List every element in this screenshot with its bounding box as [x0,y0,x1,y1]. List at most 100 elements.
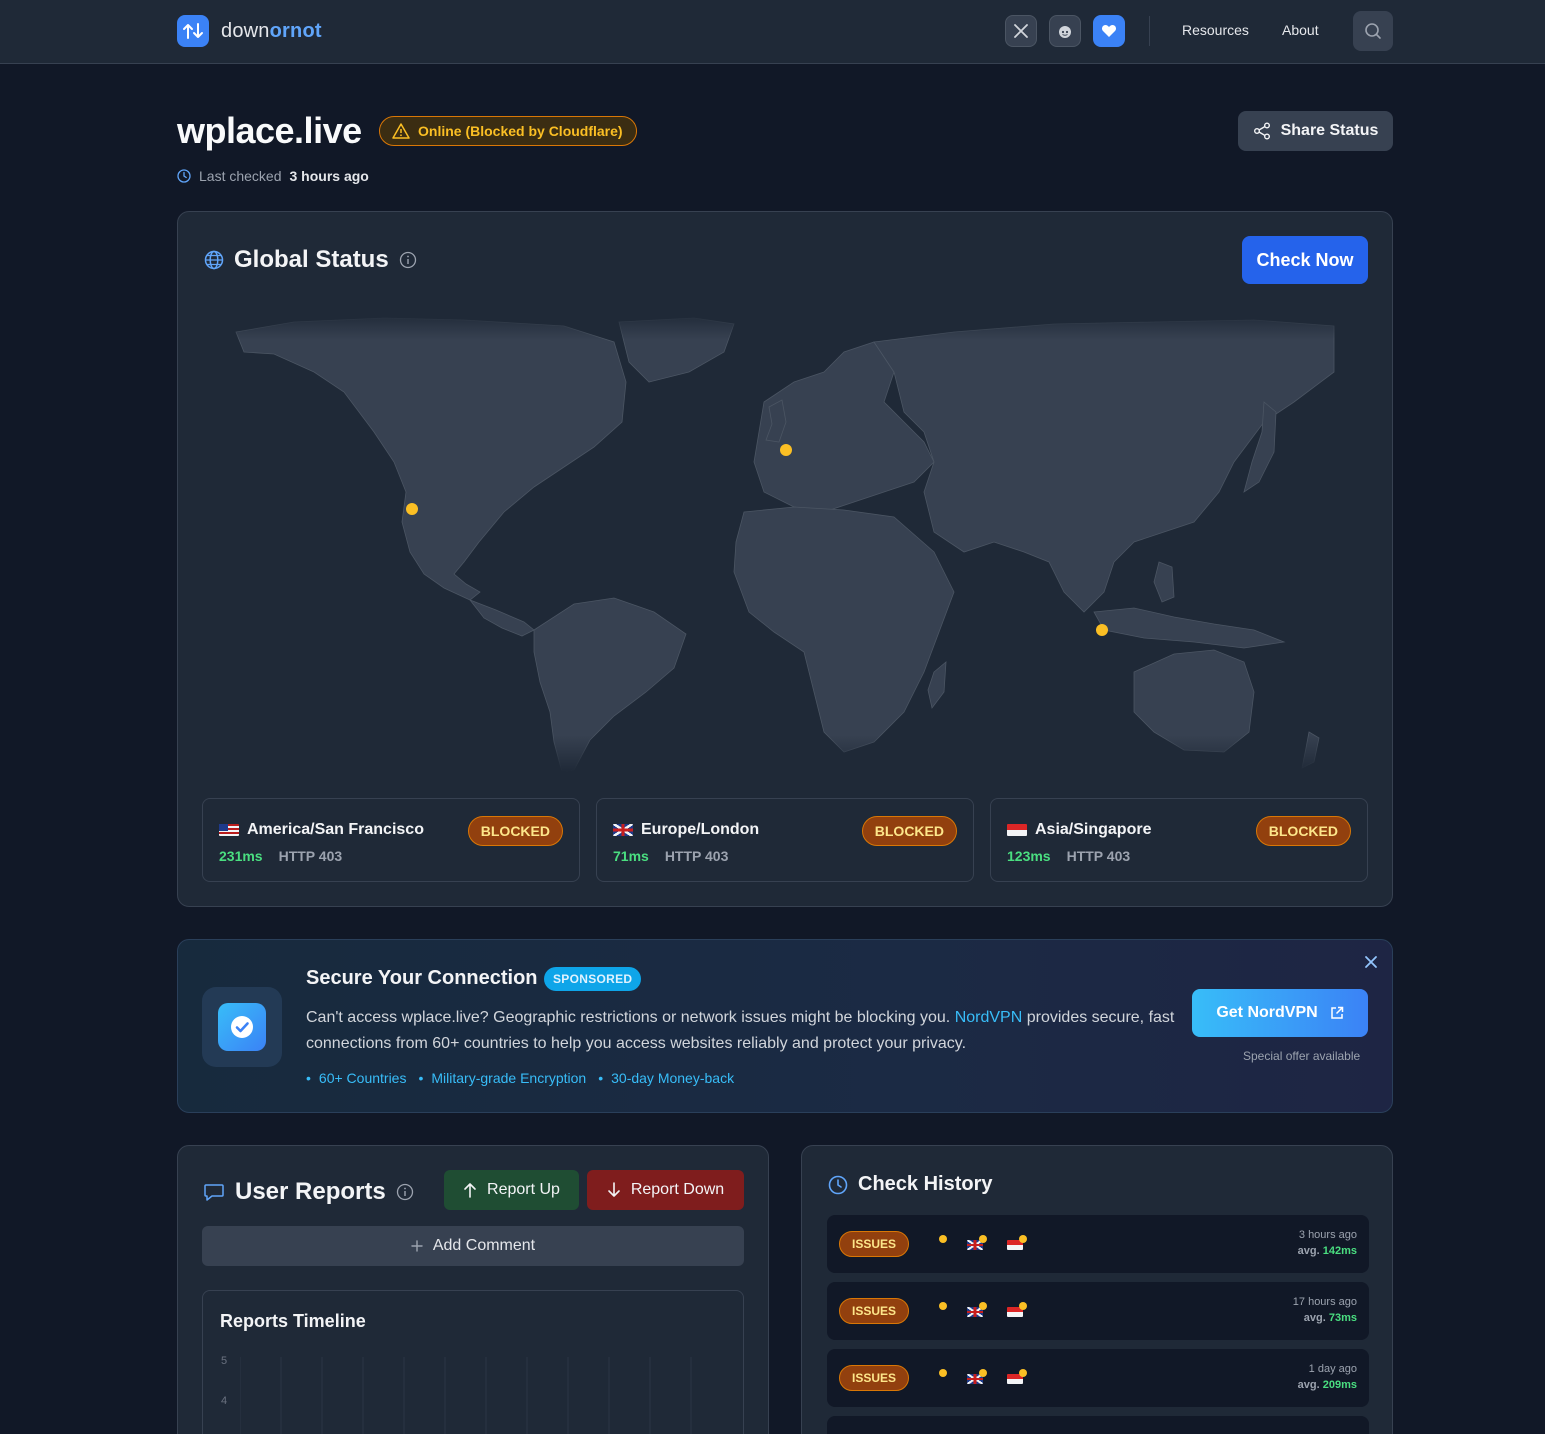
add-comment-button[interactable]: Add Comment [202,1226,744,1266]
world-map [234,312,1338,772]
global-status-title: Global Status [234,246,389,273]
sponsored-badge: SPONSORED [544,967,642,991]
history-time: 17 hours ago [1292,1296,1357,1308]
special-offer-note: Special offer available [1243,1049,1361,1063]
y-tick-label: 4 [221,1395,228,1407]
history-row[interactable]: ISSUES 17 hours ago avg. 73ms [827,1282,1369,1340]
us-flag-icon [219,824,239,836]
reddit-icon[interactable] [1049,15,1081,47]
nav-resources-link[interactable]: Resources [1182,22,1249,38]
uk-flag-icon [613,824,633,836]
history-average: avg. 209ms [1297,1379,1357,1391]
status-badge: Online (Blocked by Cloudflare) [379,116,637,146]
history-row[interactable]: ISSUES 1 day ago avg. 209ms [827,1349,1369,1407]
plus-icon [411,1240,423,1252]
location-name: Asia/Singapore [1007,821,1151,839]
feature-item: Military-grade Encryption [418,1070,586,1086]
user-reports-header: User Reports [203,1178,414,1206]
check-now-button[interactable]: Check Now [1242,236,1368,284]
blocked-badge: BLOCKED [861,816,957,846]
location-meta: 123ms HTTP 403 [1007,848,1130,864]
get-nordvpn-button[interactable]: Get NordVPN [1192,989,1368,1037]
warning-icon [392,123,410,139]
report-down-button[interactable]: Report Down [587,1170,744,1210]
history-time: 3 hours ago [1298,1229,1357,1241]
vpn-logo-box [202,987,282,1067]
global-status-card: Global Status Check Now America/San Fran… [177,211,1393,907]
warning-dot [1019,1302,1027,1310]
location-card-london: Europe/London 71ms HTTP 403 BLOCKED [596,798,974,882]
user-reports-title: User Reports [235,1178,386,1205]
history-average: avg. 73ms [1303,1312,1357,1324]
report-up-button[interactable]: Report Up [444,1170,579,1210]
feature-item: 30-day Money-back [598,1070,734,1086]
status-text: Online (Blocked by Cloudflare) [418,123,623,139]
global-status-header: Global Status [204,246,417,274]
location-dot-london [780,444,792,456]
location-card-singapore: Asia/Singapore 123ms HTTP 403 BLOCKED [990,798,1368,882]
nordvpn-link[interactable]: NordVPN [955,1009,1023,1026]
info-icon[interactable] [399,251,417,269]
arrows-updown-icon [177,15,209,47]
info-icon[interactable] [396,1183,414,1201]
latency-value: 71ms [613,848,649,864]
sg-flag-icon [1007,824,1027,836]
location-name: Europe/London [613,821,759,839]
nav-divider [1149,16,1150,46]
warning-dot [979,1302,987,1310]
warning-dot [939,1369,947,1377]
brand-logo-link[interactable]: downornot [177,15,322,47]
history-average: avg. 142ms [1297,1245,1357,1257]
latency-value: 231ms [219,848,263,864]
clock-icon [828,1175,848,1194]
search-icon [1365,23,1381,39]
warning-dot [939,1302,947,1310]
share-icon [1253,122,1270,140]
reports-timeline: Reports Timeline 5 4 [202,1290,744,1434]
x-icon[interactable] [1005,15,1037,47]
sponsored-title: Secure Your Connection [306,967,538,989]
last-checked-value: 3 hours ago [289,168,369,184]
location-meta: 71ms HTTP 403 [613,848,728,864]
reports-timeline-title: Reports Timeline [220,1311,366,1331]
warning-dot [1019,1235,1027,1243]
top-navigation-bar: downornot Resources About [0,0,1545,64]
close-icon[interactable] [1363,954,1379,970]
arrow-down-icon [608,1182,620,1197]
check-history-card: Check History ISSUES 3 hours ago avg. 14… [801,1145,1393,1434]
globe-icon [204,250,224,270]
blocked-badge: BLOCKED [467,816,563,846]
user-reports-card: User Reports Report Up Report Down Add C… [177,1145,769,1434]
issues-badge: ISSUES [839,1231,910,1257]
http-status: HTTP 403 [1066,848,1131,864]
http-status: HTTP 403 [664,848,729,864]
warning-dot [1019,1369,1027,1377]
search-button[interactable] [1353,11,1393,51]
timeline-grid [240,1357,692,1434]
location-dot-singapore [1096,624,1108,636]
check-history-title: Check History [858,1173,993,1195]
sponsored-description: Can't access wplace.live? Geographic res… [306,1009,1175,1052]
check-history-header: Check History [828,1173,993,1196]
heart-icon[interactable] [1093,15,1125,47]
issues-badge: ISSUES [839,1298,910,1324]
http-status: HTTP 403 [278,848,343,864]
chat-bubble-icon [204,1184,224,1201]
history-row[interactable]: ISSUES 3 hours ago avg. 142ms [827,1215,1369,1273]
share-status-button[interactable]: Share Status [1238,111,1393,151]
y-tick-label: 5 [221,1355,228,1367]
issues-badge: ISSUES [839,1365,910,1391]
nav-about-link[interactable]: About [1282,22,1319,38]
location-meta: 231ms HTTP 403 [219,848,342,864]
page-title: wplace.live [177,110,362,151]
sponsored-features: 60+ Countries Military-grade Encryption … [306,1070,734,1086]
history-row[interactable] [827,1416,1369,1434]
clock-icon [177,169,191,183]
warning-dot [979,1369,987,1377]
external-link-icon [1330,1006,1343,1019]
warning-dot [939,1235,947,1243]
latency-value: 123ms [1007,848,1051,864]
brand-name: downornot [221,19,322,42]
share-status-label: Share Status [1280,122,1379,139]
shield-check-icon [218,1003,266,1051]
